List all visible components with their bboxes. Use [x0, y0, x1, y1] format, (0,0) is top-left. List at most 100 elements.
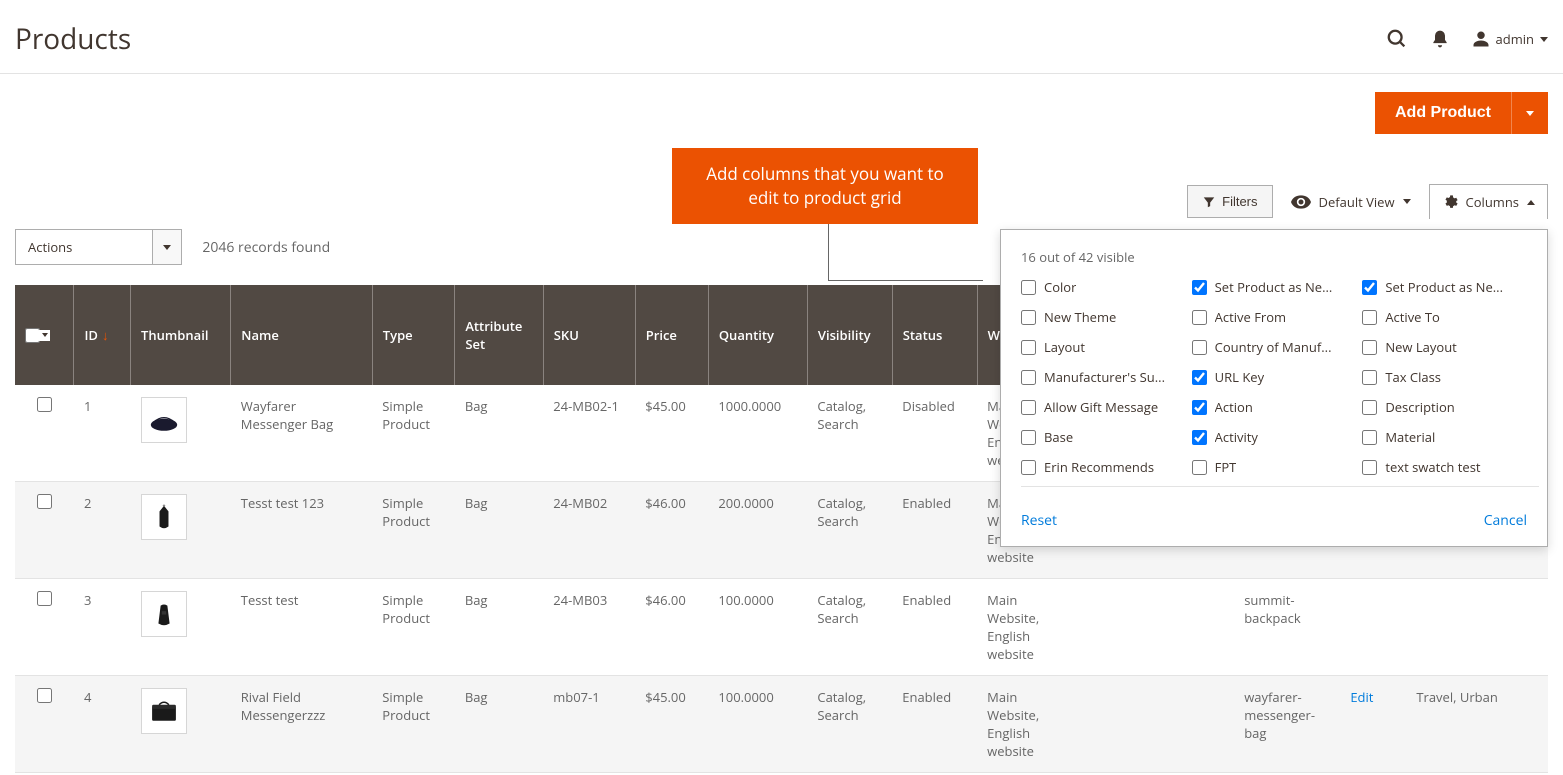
add-product-toggle[interactable] [1511, 92, 1548, 134]
column-checkbox[interactable] [1192, 460, 1207, 475]
column-checkbox[interactable] [1021, 400, 1036, 415]
column-toggle[interactable]: Action [1192, 398, 1355, 416]
column-toggle[interactable]: Country of Manuf... [1192, 338, 1355, 356]
column-toggle[interactable]: Description [1362, 398, 1525, 416]
search-icon[interactable] [1386, 28, 1408, 50]
column-toggle[interactable]: Allow Gift Message [1021, 398, 1184, 416]
th-id[interactable]: ID↓ [74, 285, 131, 385]
cell-status: Enabled [892, 676, 977, 773]
column-toggle[interactable]: text swatch test [1362, 458, 1525, 476]
notifications-icon[interactable] [1430, 29, 1450, 49]
column-checkbox[interactable] [1362, 370, 1377, 385]
cell-thumbnail [131, 676, 231, 773]
product-thumb [141, 591, 187, 637]
row-checkbox[interactable] [37, 494, 52, 509]
row-checkbox[interactable] [37, 397, 52, 412]
th-thumbnail[interactable]: Thumbnail [131, 285, 231, 385]
column-checkbox[interactable] [1021, 430, 1036, 445]
page-title: Products [15, 20, 1386, 58]
column-toggle[interactable]: New Theme [1021, 308, 1184, 326]
column-toggle[interactable]: Manufacturer's Su... [1021, 368, 1184, 386]
columns-selector[interactable]: Columns [1429, 184, 1548, 219]
column-checkbox[interactable] [1192, 310, 1207, 325]
edit-link[interactable]: Edit [1350, 688, 1373, 706]
column-toggle[interactable]: Layout [1021, 338, 1184, 356]
reset-link[interactable]: Reset [1021, 511, 1057, 530]
th-sku[interactable]: SKU [543, 285, 635, 385]
column-toggle[interactable]: Erin Recommends [1021, 458, 1184, 476]
th-type[interactable]: Type [372, 285, 455, 385]
column-toggle[interactable]: Base [1021, 428, 1184, 446]
column-toggle[interactable]: Set Product as Ne... [1362, 278, 1525, 296]
column-checkbox[interactable] [1362, 430, 1377, 445]
column-toggle[interactable]: Active From [1192, 308, 1355, 326]
gear-icon [1442, 194, 1458, 210]
columns-label: Columns [1466, 193, 1519, 211]
column-checkbox[interactable] [1362, 400, 1377, 415]
column-toggle[interactable]: Activity [1192, 428, 1355, 446]
cell-action[interactable]: Edit [1340, 676, 1406, 773]
cell-action [1340, 579, 1406, 676]
cell-visibility: Catalog, Search [807, 482, 892, 579]
th-quantity[interactable]: Quantity [708, 285, 807, 385]
column-checkbox[interactable] [1192, 280, 1207, 295]
column-label: New Theme [1044, 308, 1116, 326]
th-status[interactable]: Status [892, 285, 977, 385]
cell-activity [1406, 579, 1548, 676]
table-row[interactable]: 4Rival Field MessengerzzzSimple ProductB… [15, 676, 1548, 773]
column-checkbox[interactable] [1021, 460, 1036, 475]
column-checkbox[interactable] [1021, 340, 1036, 355]
chevron-down-icon [1403, 199, 1411, 204]
column-toggle[interactable]: Material [1362, 428, 1525, 446]
column-checkbox[interactable] [1021, 310, 1036, 325]
view-selector[interactable]: Default View [1291, 193, 1411, 211]
th-price[interactable]: Price [635, 285, 708, 385]
filters-button[interactable]: Filters [1187, 185, 1272, 218]
column-checkbox[interactable] [1362, 460, 1377, 475]
actions-select[interactable]: Actions [15, 229, 182, 265]
column-checkbox[interactable] [1192, 340, 1207, 355]
add-product-button[interactable]: Add Product [1375, 92, 1511, 134]
cancel-link[interactable]: Cancel [1484, 511, 1527, 530]
column-label: Material [1385, 428, 1435, 446]
product-thumb [141, 688, 187, 734]
user-menu[interactable]: admin [1472, 30, 1548, 48]
column-checkbox[interactable] [1192, 430, 1207, 445]
cell-type: Simple Product [372, 579, 455, 676]
column-checkbox[interactable] [1192, 370, 1207, 385]
select-all-toggle[interactable] [39, 330, 50, 341]
column-toggle[interactable]: Set Product as Ne... [1192, 278, 1355, 296]
column-toggle[interactable]: FPT [1192, 458, 1355, 476]
column-toggle[interactable]: Active To [1362, 308, 1525, 326]
table-row[interactable]: 3Tesst testSimple ProductBag24-MB03$46.0… [15, 579, 1548, 676]
cell-type: Simple Product [372, 676, 455, 773]
actions-toggle[interactable] [152, 230, 181, 264]
row-checkbox[interactable] [37, 591, 52, 606]
column-toggle[interactable]: New Layout [1362, 338, 1525, 356]
column-label: Erin Recommends [1044, 458, 1154, 476]
column-label: FPT [1215, 458, 1237, 476]
cell-status: Disabled [892, 385, 977, 482]
th-name[interactable]: Name [231, 285, 373, 385]
actions-label: Actions [16, 230, 152, 264]
column-checkbox[interactable] [1362, 280, 1377, 295]
column-checkbox[interactable] [1362, 310, 1377, 325]
chevron-up-icon [1527, 200, 1535, 205]
th-visibility[interactable]: Visibility [807, 285, 892, 385]
select-all-checkbox[interactable] [25, 328, 40, 343]
column-label: Set Product as Ne... [1215, 278, 1333, 296]
column-toggle[interactable]: Tax Class [1362, 368, 1525, 386]
row-checkbox[interactable] [37, 688, 52, 703]
cell-visibility: Catalog, Search [807, 385, 892, 482]
column-checkbox[interactable] [1192, 400, 1207, 415]
cell-price: $46.00 [635, 579, 708, 676]
th-attribute-set[interactable]: Attribute Set [455, 285, 543, 385]
column-checkbox[interactable] [1021, 370, 1036, 385]
columns-scroll-area[interactable]: Color Set Product as Ne... Set Product as … [1021, 278, 1539, 487]
cell-url-key: summit-backpack [1234, 579, 1340, 676]
column-toggle[interactable]: URL Key [1192, 368, 1355, 386]
column-label: Base [1044, 428, 1073, 446]
column-checkbox[interactable] [1021, 280, 1036, 295]
column-toggle[interactable]: Color [1021, 278, 1184, 296]
column-checkbox[interactable] [1362, 340, 1377, 355]
